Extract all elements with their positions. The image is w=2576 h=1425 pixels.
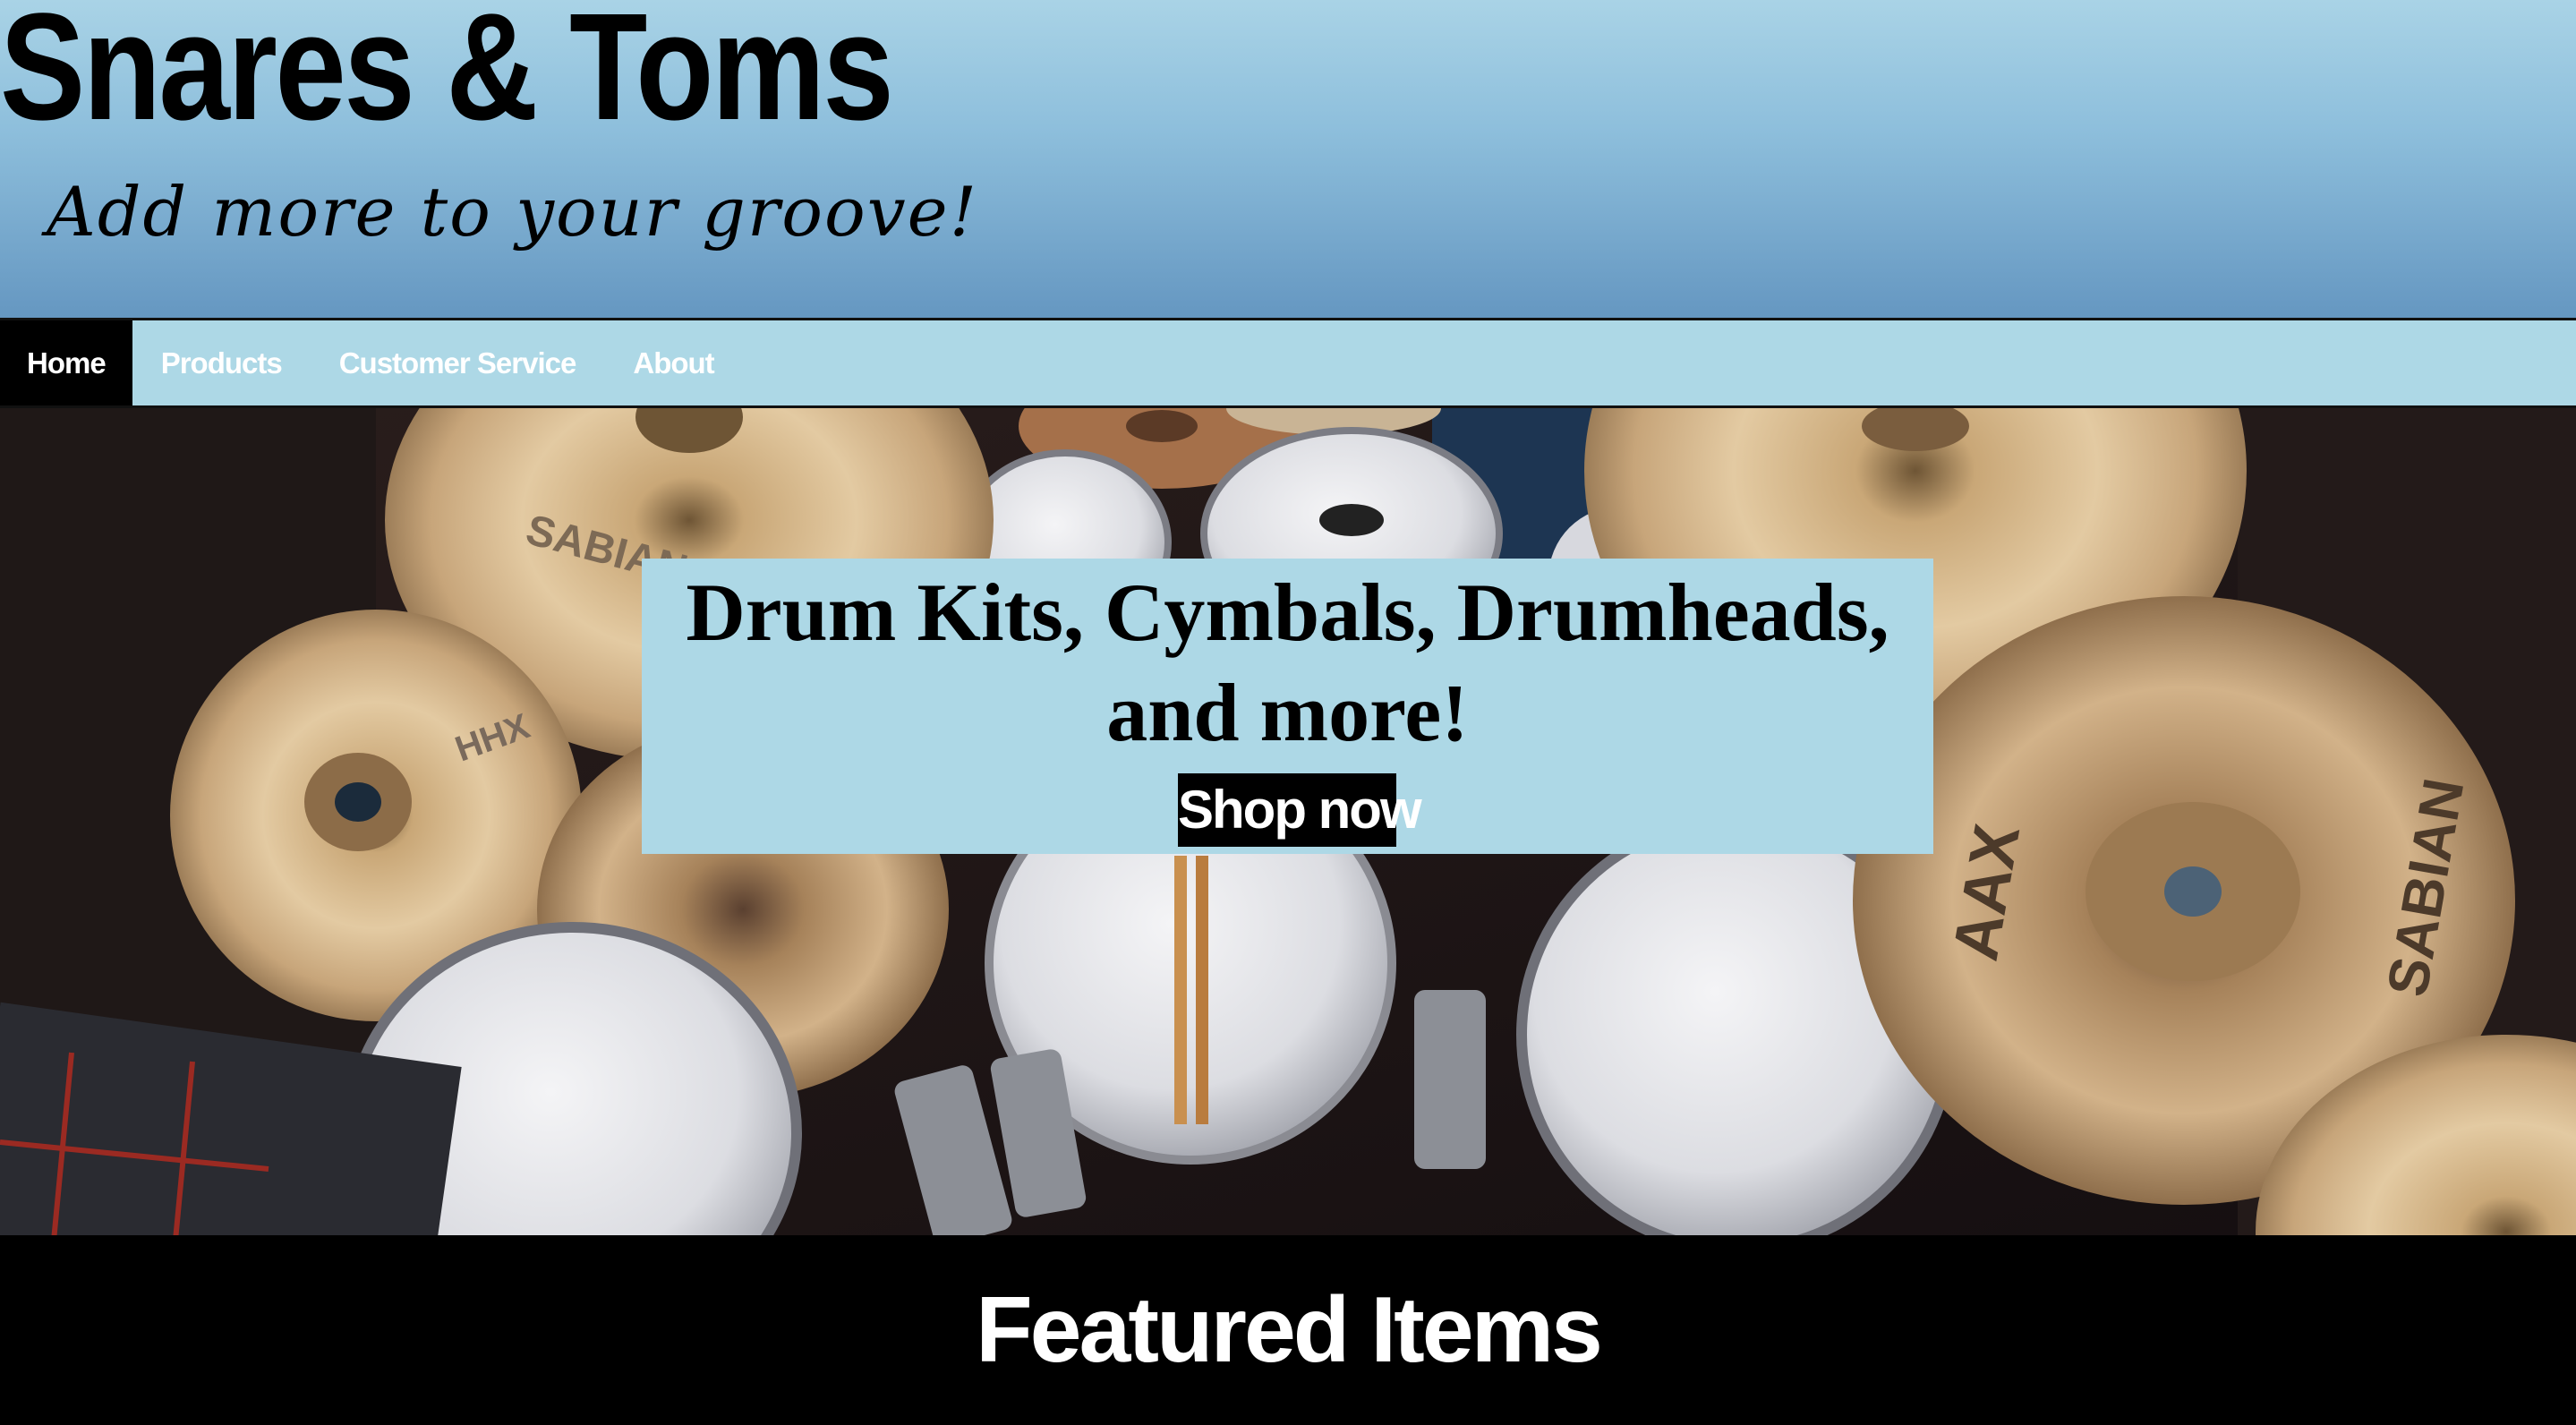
nav-item-home[interactable]: Home [0,320,132,405]
site-title: Snares & Toms [0,0,894,152]
hero-headline: Drum Kits, Cymbals, Drumheads, and more! [642,559,1933,763]
nav-item-customer-service[interactable]: Customer Service [311,320,605,405]
hero-headline-line-1: Drum Kits, Cymbals, Drumheads, [686,567,1889,658]
hero-callout: Drum Kits, Cymbals, Drumheads, and more!… [642,559,1933,854]
nav-item-about[interactable]: About [604,320,742,405]
nav-item-products[interactable]: Products [132,320,311,405]
featured-heading: Featured Items [976,1278,1603,1382]
site-tagline: Add more to your groove! [47,172,979,252]
site-header: Snares & Toms Add more to your groove! [0,0,2576,320]
hero-banner: SABIAN HHX AAX SABIAN Drum Kits, Cymbals… [0,408,2576,1235]
hero-headline-line-2: and more! [1106,667,1469,758]
featured-section: Featured Items [0,1235,2576,1425]
shop-now-button[interactable]: Shop now [1178,773,1422,847]
main-nav: Home Products Customer Service About [0,320,2576,408]
